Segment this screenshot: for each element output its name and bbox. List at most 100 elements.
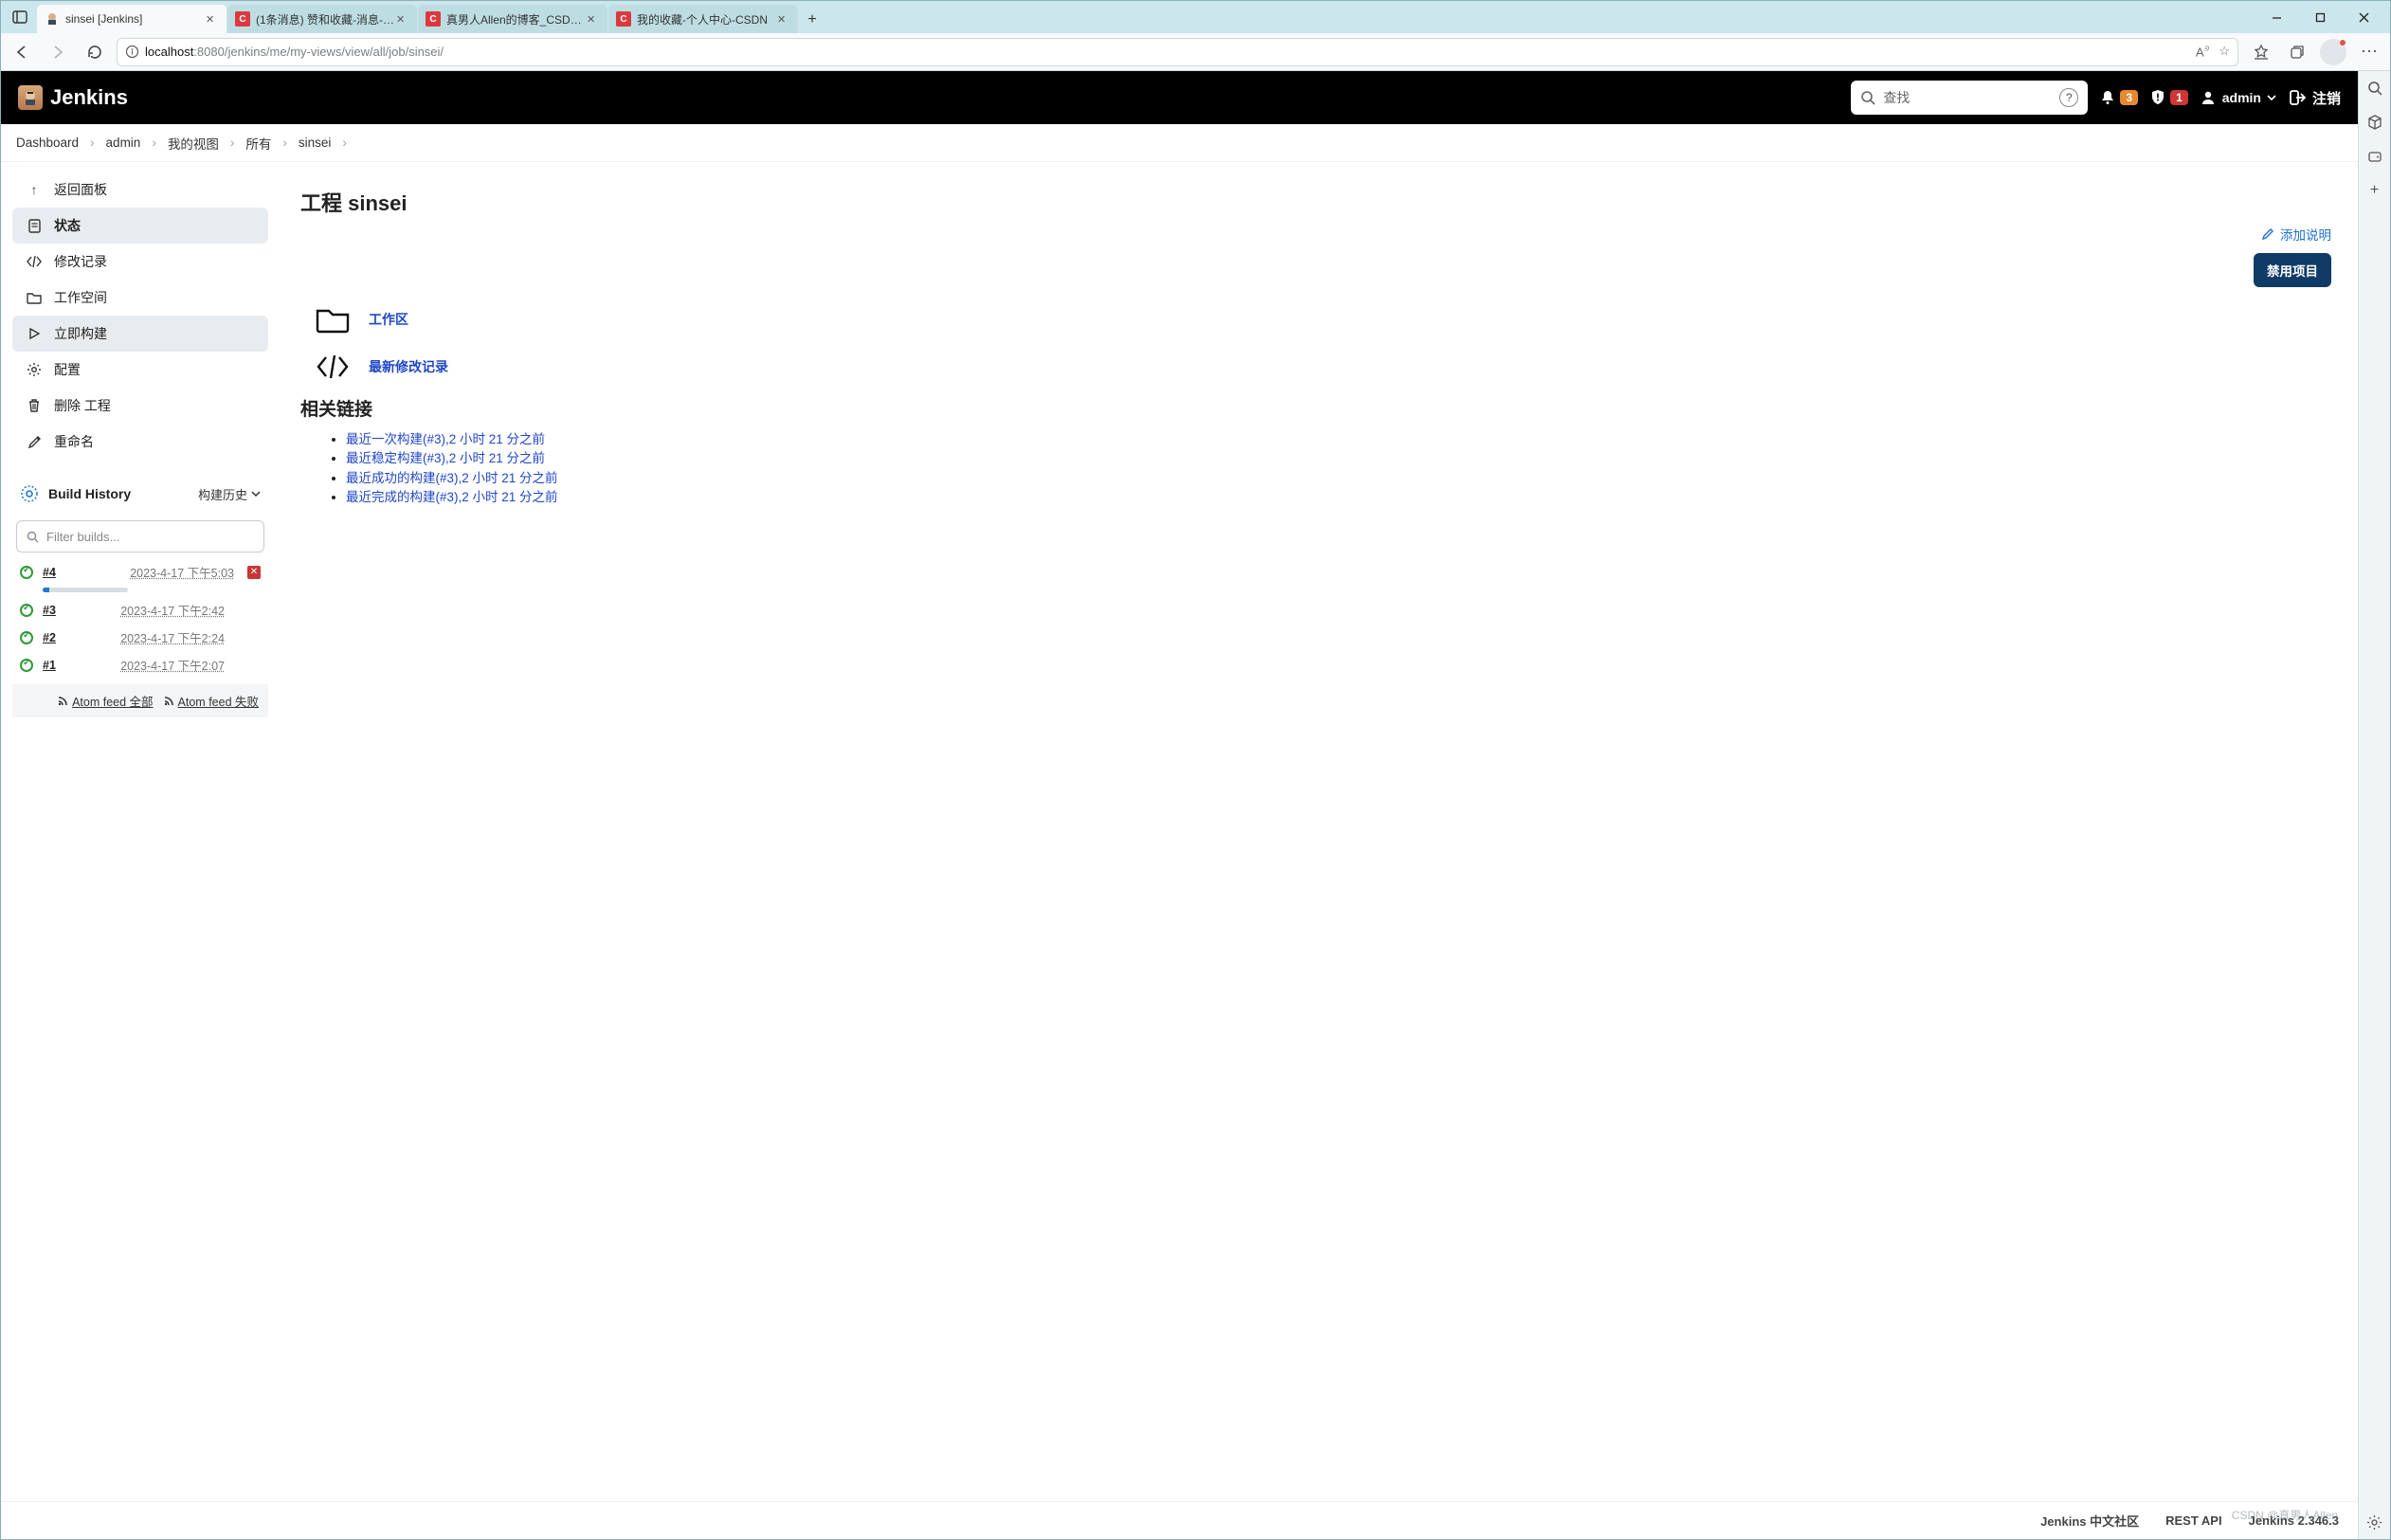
jenkins-butler-icon — [18, 85, 43, 110]
close-icon[interactable]: ✕ — [396, 13, 409, 26]
related-title: 相关链接 — [300, 395, 2331, 421]
maximize-button[interactable] — [2299, 3, 2341, 31]
favorite-icon[interactable]: ☆ — [2219, 44, 2230, 59]
plus-sidebar-icon[interactable]: + — [2365, 181, 2384, 200]
related-link-3[interactable]: 最近完成的构建(#3),2 小时 21 分之前 — [346, 490, 558, 504]
rss-icon — [57, 696, 68, 707]
wallet-sidebar-icon[interactable] — [2365, 147, 2384, 166]
cancel-build-button[interactable]: ✕ — [247, 566, 261, 579]
file-icon — [26, 219, 43, 233]
nav-build-now[interactable]: 立即构建 — [12, 316, 268, 352]
related-link-2[interactable]: 最近成功的构建(#3),2 小时 21 分之前 — [346, 471, 558, 485]
brand-text: Jenkins — [50, 85, 128, 110]
workspace-link[interactable]: 工作区 — [369, 310, 408, 329]
logout-button[interactable]: 注销 — [2288, 88, 2341, 108]
tab-2[interactable]: C 真男人Allen的博客_CSDN博客-… ✕ — [418, 5, 607, 33]
help-icon[interactable]: ? — [2059, 88, 2078, 107]
favorites-bar-icon[interactable] — [2248, 39, 2274, 65]
url-host: localhost — [145, 45, 193, 59]
nav-rename[interactable]: 重命名 — [12, 424, 268, 460]
tab-title: 我的收藏-个人中心-CSDN — [637, 11, 777, 27]
atom-feed-fail[interactable]: Atom feed 失败 — [163, 692, 259, 710]
success-icon — [20, 566, 33, 579]
chevron-down-icon — [251, 489, 261, 498]
back-button[interactable] — [9, 39, 35, 65]
address-bar[interactable]: localhost:8080/jenkins/me/my-views/view/… — [117, 38, 2238, 66]
tab-1[interactable]: C (1条消息) 赞和收藏-消息-CSDN ✕ — [227, 5, 417, 33]
reload-button[interactable] — [81, 39, 107, 65]
related-link-1[interactable]: 最近稳定构建(#3),2 小时 21 分之前 — [346, 451, 545, 465]
alert-badge: 1 — [2170, 90, 2188, 105]
settings-sidebar-icon[interactable] — [2365, 1513, 2384, 1531]
crumb-myviews[interactable]: 我的视图 — [168, 134, 219, 153]
close-window-button[interactable] — [2343, 3, 2384, 31]
close-icon[interactable]: ✕ — [206, 13, 219, 26]
atom-feed-all[interactable]: Atom feed 全部 — [57, 692, 153, 710]
chevron-right-icon: › — [342, 136, 347, 150]
breadcrumbs: Dashboard› admin› 我的视图› 所有› sinsei› — [1, 124, 2358, 162]
address-bar-row: localhost:8080/jenkins/me/my-views/view/… — [1, 33, 2390, 71]
profile-button[interactable] — [2320, 39, 2346, 65]
changes-link[interactable]: 最新修改记录 — [369, 357, 448, 376]
tab-0[interactable]: sinsei [Jenkins] ✕ — [37, 5, 226, 33]
jenkins-favicon-icon — [45, 11, 60, 27]
nav-back[interactable]: ↑返回面板 — [12, 172, 268, 208]
nav-changes[interactable]: 修改记录 — [12, 244, 268, 280]
search-icon — [1860, 90, 1875, 105]
notif-badge: 3 — [2120, 90, 2138, 105]
footer-community[interactable]: Jenkins 中文社区 — [2040, 1512, 2139, 1530]
user-menu[interactable]: admin — [2200, 89, 2276, 106]
jenkins-logo[interactable]: Jenkins — [18, 85, 128, 110]
related-link-0[interactable]: 最近一次构建(#3),2 小时 21 分之前 — [346, 432, 545, 446]
cube-sidebar-icon[interactable] — [2365, 113, 2384, 132]
build-history-header: Build History 构建历史 — [7, 473, 274, 515]
close-icon[interactable]: ✕ — [587, 13, 600, 26]
success-icon — [20, 604, 33, 617]
build-row-2[interactable]: #22023-4-17 下午2:24 — [7, 624, 274, 651]
chevron-right-icon: › — [282, 136, 287, 150]
crumb-all[interactable]: 所有 — [245, 134, 271, 153]
notifications[interactable]: 3 — [2099, 89, 2138, 106]
build-row-1[interactable]: #12023-4-17 下午2:07 — [7, 651, 274, 679]
build-history-trend[interactable]: 构建历史 — [198, 485, 261, 503]
search-icon — [27, 531, 39, 543]
pencil-icon — [26, 435, 43, 449]
build-row-3[interactable]: #32023-4-17 下午2:42 — [7, 596, 274, 624]
close-icon[interactable]: ✕ — [777, 13, 790, 26]
build-filter-input[interactable]: Filter builds... — [16, 520, 264, 553]
nav-workspace[interactable]: 工作空间 — [12, 280, 268, 316]
new-tab-button[interactable]: + — [799, 7, 825, 33]
nav-status[interactable]: 状态 — [12, 208, 268, 244]
code-icon — [314, 348, 352, 386]
chevron-right-icon: › — [230, 136, 235, 150]
csdn-favicon-icon: C — [616, 11, 631, 27]
search-sidebar-icon[interactable]: + — [2365, 79, 2384, 98]
crumb-job[interactable]: sinsei — [299, 136, 332, 150]
disable-project-button[interactable]: 禁用项目 — [2254, 253, 2331, 287]
minimize-button[interactable] — [2255, 3, 2297, 31]
crumb-admin[interactable]: admin — [106, 136, 141, 150]
play-icon — [26, 327, 43, 340]
crumb-dashboard[interactable]: Dashboard — [16, 136, 79, 150]
tabs-overview-icon[interactable] — [10, 8, 29, 27]
menu-button[interactable]: ⋯ — [2356, 39, 2382, 65]
tab-3[interactable]: C 我的收藏-个人中心-CSDN ✕ — [608, 5, 798, 33]
search-box[interactable]: 查找 ? — [1851, 81, 2088, 115]
watermark: CSDN @真男人Allen — [2232, 1507, 2338, 1523]
build-row-4[interactable]: #42023-4-17 下午5:03✕ — [7, 558, 274, 586]
logout-label: 注销 — [2312, 88, 2341, 108]
bell-icon — [2099, 89, 2116, 106]
forward-button[interactable] — [45, 39, 71, 65]
chevron-right-icon: › — [90, 136, 95, 150]
chevron-down-icon — [2267, 93, 2276, 102]
add-description-link[interactable]: 添加说明 — [2261, 225, 2331, 244]
alerts[interactable]: 1 — [2149, 89, 2188, 106]
logout-icon — [2288, 88, 2307, 107]
footer-api[interactable]: REST API — [2165, 1513, 2221, 1528]
nav-configure[interactable]: 配置 — [12, 352, 268, 388]
code-icon — [26, 255, 43, 268]
read-aloud-icon[interactable]: A୬ — [2196, 44, 2209, 59]
nav-delete[interactable]: 删除 工程 — [12, 388, 268, 424]
edge-sidebar: + + — [2358, 71, 2390, 1539]
collections-icon[interactable] — [2284, 39, 2310, 65]
